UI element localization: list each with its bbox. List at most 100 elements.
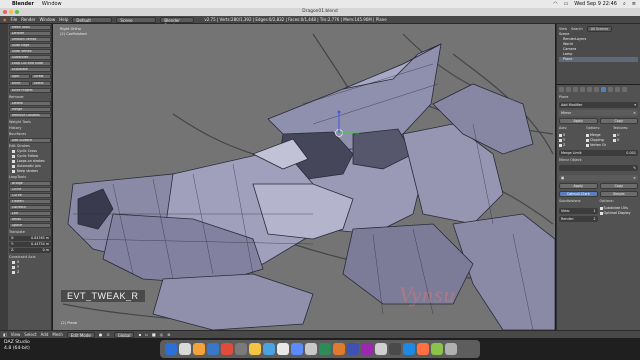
- search-icon[interactable]: ⌕: [623, 1, 626, 7]
- dock-app-icon[interactable]: [221, 343, 233, 355]
- tool-button[interactable]: Mesh Tools: [9, 25, 51, 30]
- info-menu-file[interactable]: File: [11, 17, 18, 22]
- wifi-icon[interactable]: ◠: [553, 1, 557, 7]
- close-icon[interactable]: ×: [633, 110, 636, 116]
- mirror-object-field[interactable]: ✎: [559, 165, 638, 171]
- tool-button[interactable]: Circle: [9, 187, 51, 192]
- header-menu-add[interactable]: Add: [41, 332, 49, 337]
- copy-button[interactable]: Copy: [599, 183, 638, 189]
- dock-app-icon[interactable]: [249, 343, 261, 355]
- tool-button[interactable]: Gstretch: [9, 205, 51, 210]
- view-levels-field[interactable]: View: 1: [559, 208, 598, 214]
- dock-app-icon[interactable]: [389, 343, 401, 355]
- dock-app-icon[interactable]: [277, 343, 289, 355]
- translate-z-field[interactable]: Z: 0 m: [9, 248, 51, 253]
- translate-x-field[interactable]: X: 0.84765 m: [9, 236, 51, 241]
- dock-app-icon[interactable]: [417, 343, 429, 355]
- outliner-view-menu[interactable]: View: [559, 27, 567, 31]
- tool-button[interactable]: Remove Doubles: [9, 113, 51, 118]
- dock-app-icon[interactable]: [361, 343, 373, 355]
- edge-select-icon[interactable]: ▫: [145, 332, 148, 337]
- tool-button[interactable]: Curve: [9, 193, 51, 198]
- vertex-groups-checkbox[interactable]: Vertex Gr: [586, 143, 611, 148]
- close-window-button[interactable]: [3, 10, 7, 14]
- mode-selector[interactable]: Edit Mode: [66, 331, 95, 338]
- modifier-header-mirror[interactable]: Mirror ×: [559, 110, 638, 116]
- 3d-viewport[interactable]: Right Ortho (2) Corfinished EVT_TWEAK_R …: [53, 24, 555, 330]
- dock-app-icon[interactable]: [263, 343, 275, 355]
- tool-button[interactable]: Select: [30, 81, 51, 86]
- close-icon[interactable]: ×: [633, 175, 636, 181]
- tool-button[interactable]: Merge: [9, 107, 51, 112]
- apply-button[interactable]: Apply: [559, 183, 598, 189]
- dock-app-icon[interactable]: [291, 343, 303, 355]
- menu-window[interactable]: Window: [42, 1, 62, 7]
- v-checkbox[interactable]: V: [613, 138, 638, 143]
- panel-bsurfaces[interactable]: Bsurfaces: [9, 131, 51, 137]
- add-modifier-menu[interactable]: Add Modifier ▾: [559, 102, 638, 108]
- tool-button[interactable]: Loop Cut and Slide: [9, 61, 51, 66]
- dock-app-icon[interactable]: [445, 343, 457, 355]
- menu-list-icon[interactable]: ≡: [632, 1, 636, 7]
- render-tab-icon[interactable]: [559, 87, 564, 92]
- translate-y-field[interactable]: Y: 0.44754 m: [9, 242, 51, 247]
- transform-orientation-selector[interactable]: Global: [113, 331, 135, 338]
- tool-button[interactable]: Relax: [9, 217, 51, 222]
- constraints-tab-icon[interactable]: [594, 87, 599, 92]
- vertex-select-icon[interactable]: ▪: [138, 332, 141, 337]
- minimize-window-button[interactable]: [9, 10, 13, 14]
- dock-app-icon[interactable]: [179, 343, 191, 355]
- tool-button[interactable]: Slide Vertex: [9, 49, 51, 54]
- dock-app-icon[interactable]: [193, 343, 205, 355]
- face-select-icon[interactable]: ■: [152, 332, 156, 337]
- editor-type-icon[interactable]: ◧: [3, 332, 7, 337]
- data-tab-icon[interactable]: [608, 87, 613, 92]
- dock-app-icon[interactable]: [333, 343, 345, 355]
- apply-button[interactable]: Apply: [559, 118, 598, 124]
- merge-limit-field[interactable]: Merge Limit: 0.001: [559, 150, 638, 156]
- tool-button[interactable]: Smooth Vertex: [9, 37, 51, 42]
- material-tab-icon[interactable]: [615, 87, 620, 92]
- outliner-search-menu[interactable]: Search: [571, 27, 583, 31]
- tool-button[interactable]: Duplicate: [9, 67, 51, 72]
- tool-button[interactable]: Loft: [9, 211, 51, 216]
- dock-app-icon[interactable]: [305, 343, 317, 355]
- snap-icon[interactable]: ⊕: [167, 332, 170, 337]
- header-menu-mesh[interactable]: Mesh: [52, 332, 63, 337]
- layout-selector[interactable]: Default: [72, 16, 113, 23]
- axis-z-checkbox[interactable]: Z: [559, 143, 584, 148]
- catmull-clark-toggle[interactable]: Catmull-Clark: [559, 191, 598, 197]
- info-menu-render[interactable]: Render: [21, 17, 35, 22]
- clock[interactable]: Wed Sep 9 22:46: [574, 1, 617, 7]
- render-levels-field[interactable]: Render: 2: [559, 216, 598, 222]
- copy-button[interactable]: Copy: [599, 118, 638, 124]
- dock-app-icon[interactable]: [235, 343, 247, 355]
- tool-button[interactable]: Deform: [9, 31, 51, 36]
- world-tab-icon[interactable]: [580, 87, 585, 92]
- tool-button[interactable]: Add Surface: [9, 138, 51, 143]
- zoom-window-button[interactable]: [15, 10, 19, 14]
- optimal-display-checkbox[interactable]: Optimal Display: [599, 211, 639, 216]
- scene-tab-icon[interactable]: [573, 87, 578, 92]
- wrench-icon[interactable]: [601, 87, 606, 92]
- menu-blender[interactable]: Blender: [12, 1, 34, 7]
- simple-toggle[interactable]: Simple: [599, 191, 638, 197]
- tool-shelf-tabs[interactable]: [0, 24, 8, 330]
- scene-selector[interactable]: Scene: [116, 16, 157, 23]
- layers-tab-icon[interactable]: [566, 87, 571, 92]
- pivot-icon[interactable]: ⊙: [106, 332, 109, 337]
- tool-button[interactable]: Slide Edge: [9, 43, 51, 48]
- tool-button[interactable]: Knife: [9, 81, 30, 86]
- dock-app-icon[interactable]: [319, 343, 331, 355]
- render-engine-selector[interactable]: Blender Render: [160, 16, 195, 28]
- tool-button[interactable]: Spin: [9, 74, 30, 79]
- outliner-display-selector[interactable]: All Scenes: [586, 26, 613, 32]
- outliner-item-selected[interactable]: Plane: [559, 57, 638, 62]
- dock-app-icon[interactable]: [431, 343, 443, 355]
- modifier-header-subsurf[interactable]: ▣ ×: [559, 175, 638, 181]
- eyedropper-icon[interactable]: ✎: [633, 165, 636, 171]
- tool-button[interactable]: Subdivide: [9, 55, 51, 60]
- header-menu-select[interactable]: Select: [24, 332, 36, 337]
- object-tab-icon[interactable]: [587, 87, 592, 92]
- panel-translate[interactable]: Translate: [9, 229, 51, 235]
